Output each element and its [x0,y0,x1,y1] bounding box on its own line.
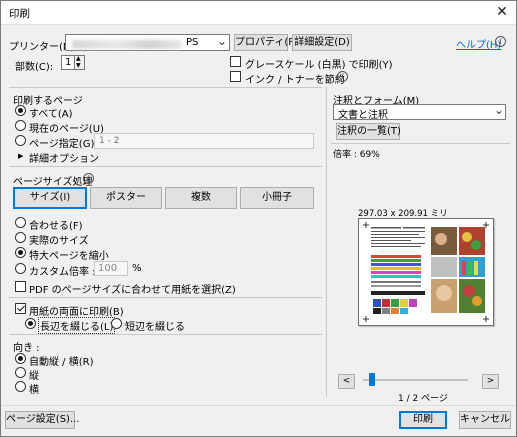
cancel-button[interactable]: キャンセル [459,411,511,429]
print-dialog: 印刷 ✕ プリンター(N): PS ⌄ プロパティ(P) 詳細設定(D) ヘルプ… [0,0,517,437]
help-info-icon[interactable]: i [495,36,506,47]
sizing-custom-label: カスタム倍率 : [29,267,96,278]
preview-page [358,218,494,326]
grayscale-label: グレースケール (白黒) で印刷(Y) [245,60,393,71]
pages-all-radio[interactable] [15,105,26,116]
orientation-landscape-radio[interactable] [15,381,26,392]
page-slider-track[interactable] [363,379,468,381]
printer-select[interactable]: PS ⌄ [65,34,230,51]
copies-label: 部数(C): [15,62,54,73]
preview-scale: 倍率 : 69% [333,150,380,160]
inksave-checkbox[interactable] [230,71,241,82]
pages-current-radio[interactable] [15,120,26,131]
printer-name-suffix: PS [186,37,199,48]
duplex-long-radio[interactable] [25,318,36,329]
annotations-summary-button[interactable]: 注釈の一覧(T) [336,123,401,140]
sizing-heading: ページサイズ処理 [13,177,93,188]
spin-down-icon[interactable]: ▼ [76,62,81,69]
duplex-short-radio[interactable] [111,318,122,329]
divider [9,297,322,298]
orientation-landscape-label: 横 [29,385,39,396]
tab-size[interactable]: サイズ(I) [13,187,87,209]
annotations-select[interactable]: 文書と注釈 ⌄ [333,103,506,121]
tab-booklet[interactable]: 小冊子 [240,187,314,209]
duplex-long-label: 長辺を綴じる(L) [38,317,116,334]
page-setup-button[interactable]: ページ設定(S)... [5,411,80,429]
tab-poster[interactable]: ポスター [90,187,162,209]
sizing-fit-label: 合わせる(F) [29,221,83,232]
close-icon[interactable]: ✕ [488,1,516,24]
sizing-actual-label: 実際のサイズ [29,236,89,247]
duplex-short-label: 短辺を綴じる [125,322,185,333]
sizing-custom-radio[interactable] [15,263,26,274]
orientation-heading: 向き : [13,343,40,354]
divider [326,87,327,397]
duplex-label: 用紙の両面に印刷(B) [29,307,124,318]
pdf-paper-label: PDF のページサイズに合わせて用紙を選択(Z) [29,285,236,296]
divider [9,166,322,167]
pages-current-label: 現在のページ(U) [29,124,104,135]
annotations-value: 文書と注釈 [338,110,388,121]
sizing-shrink-label: 特大ページを縮小 [29,251,109,262]
inksave-info-icon[interactable]: i [337,71,348,82]
preview-next-button[interactable]: > [482,374,499,389]
pages-range-radio[interactable] [15,135,26,146]
spin-up-icon[interactable]: ▲ [76,55,81,62]
inksave-label: インク / トナーを節約 [245,75,345,86]
custom-scale-input[interactable]: 100 [94,261,128,276]
orientation-portrait-label: 縦 [29,371,39,382]
copies-value: 1 [65,57,72,68]
sizing-info-icon[interactable]: i [83,173,94,184]
grayscale-checkbox[interactable] [230,56,241,67]
pages-range-label: ページ指定(G) [29,139,95,150]
divider [9,87,322,88]
sizing-shrink-radio[interactable] [15,247,26,258]
chevron-down-icon: ⌄ [494,103,505,117]
custom-scale-value: 100 [98,263,118,274]
properties-button[interactable]: プロパティ(P) [234,34,298,51]
preview-page-indicator: 1 / 2 ページ [398,394,448,404]
print-button[interactable]: 印刷 [399,411,447,429]
title-bar: 印刷 ✕ [1,1,516,25]
duplex-checkbox[interactable] [15,303,26,314]
copies-stepper[interactable]: ▲ ▼ [74,55,85,70]
pages-range-input[interactable] [94,133,314,149]
divider [9,334,322,335]
pdf-paper-checkbox[interactable] [15,281,26,292]
printer-name-redacted [72,40,182,49]
pages-all-label: すべて(A) [29,109,73,120]
orientation-portrait-radio[interactable] [15,367,26,378]
expand-triangle-icon[interactable]: ▶ [18,152,23,160]
orientation-auto-label: 自動縦 / 横(R) [29,357,94,368]
custom-scale-unit: % [132,263,142,274]
orientation-auto-radio[interactable] [15,353,26,364]
window-title: 印刷 [9,8,30,20]
advanced-button[interactable]: 詳細設定(D) [292,34,352,51]
sizing-fit-radio[interactable] [15,217,26,228]
chevron-down-icon: ⌄ [217,34,228,48]
preview-thumbnail [363,222,489,322]
divider [1,405,516,406]
more-options-toggle[interactable]: 詳細オプション [29,150,99,165]
sizing-actual-radio[interactable] [15,232,26,243]
page-slider-thumb[interactable] [369,373,375,386]
preview-prev-button[interactable]: < [338,374,355,389]
divider [331,143,510,144]
tab-multiple[interactable]: 複数 [165,187,237,209]
